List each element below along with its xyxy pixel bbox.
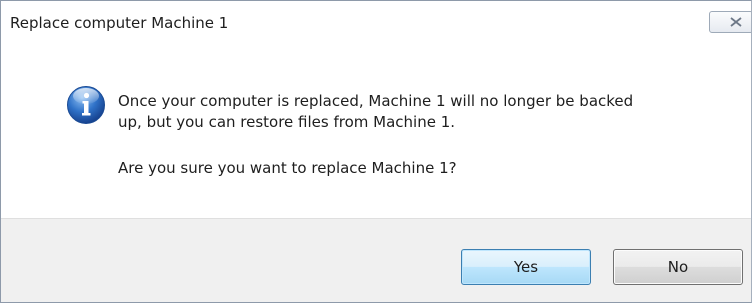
dialog-title: Replace computer Machine 1 <box>10 14 229 32</box>
close-icon <box>730 17 742 27</box>
message-line-1: Once your computer is replaced, Machine … <box>118 92 634 110</box>
dialog-content: Once your computer is replaced, Machine … <box>1 45 751 218</box>
yes-button[interactable]: Yes <box>461 249 591 285</box>
button-bar: Yes No <box>1 218 751 302</box>
confirmation-question: Are you sure you want to replace Machine… <box>118 159 457 177</box>
dialog-window: Replace computer Machine 1 Once your com… <box>0 0 752 303</box>
message-line-2: up, but you can restore files from Machi… <box>118 113 456 131</box>
close-button[interactable] <box>709 11 751 33</box>
no-button[interactable]: No <box>613 249 743 285</box>
title-bar[interactable]: Replace computer Machine 1 <box>1 1 751 45</box>
info-icon <box>67 86 105 124</box>
